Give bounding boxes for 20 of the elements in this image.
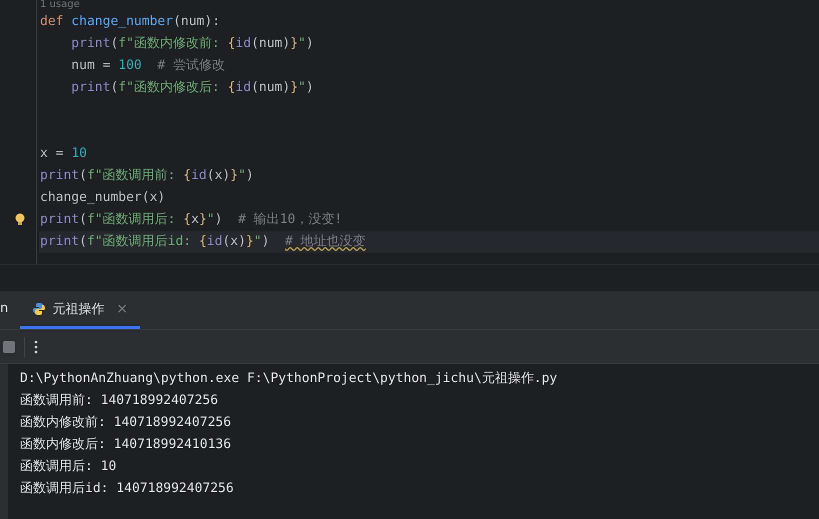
- lightbulb-icon[interactable]: [15, 213, 25, 227]
- code-line: print(f"函数调用后: {x}") # 输出10，没变!: [40, 211, 342, 229]
- code-line: print(f"函数内修改前: {id(num)}"): [71, 35, 314, 53]
- console-line: 函数调用后id: 140718992407256: [20, 480, 235, 498]
- console-line: 函数调用后: 10: [20, 458, 118, 476]
- code-line: print(f"函数内修改后: {id(num)}"): [71, 79, 314, 97]
- stop-icon[interactable]: [3, 340, 15, 352]
- code-line: print(f"函数调用后id: {id(x)}") # 地址也没变: [40, 233, 366, 251]
- code-line: def change_number(num):: [40, 13, 220, 31]
- console-line: D:\PythonAnZhuang\python.exe F:\PythonProject\python_jichu\元祖操作.py: [20, 370, 558, 388]
- console-line: 函数调用前: 140718992407256: [20, 392, 220, 410]
- python-icon: [32, 302, 46, 316]
- code-line: print(f"函数调用前: {id(x)}"): [40, 167, 254, 185]
- console-line: 函数内修改前: 140718992407256: [20, 414, 232, 432]
- more-icon[interactable]: [34, 340, 38, 354]
- code-line: change_number(x): [40, 189, 166, 207]
- code-line: num = 100 # 尝试修改: [71, 57, 226, 75]
- console-line: 函数内修改后: 140718992410136: [20, 436, 232, 454]
- code-line: x = 10: [40, 145, 87, 163]
- run-tab[interactable]: n: [0, 291, 20, 329]
